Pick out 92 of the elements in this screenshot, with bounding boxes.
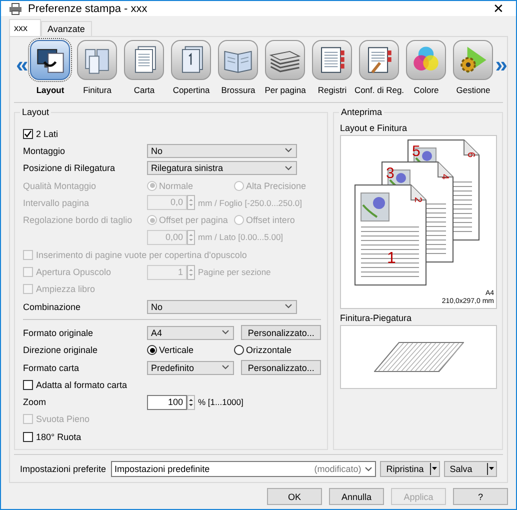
tabbed-document-brush-icon [359, 40, 400, 80]
chevron-down-icon [285, 304, 292, 310]
caret-icon [487, 463, 494, 476]
field-label: Posizione di Rilegatura [23, 163, 116, 174]
page-number: 1 [387, 250, 396, 267]
window-title: Preferenze stampa - xxx [28, 2, 148, 14]
toolbar-item[interactable]: Per pagina [263, 40, 308, 95]
page-number: 5 [412, 143, 420, 160]
page-number: 4 [439, 174, 450, 180]
custom-button[interactable]: Personalizzato... [241, 360, 321, 375]
radio-label: Offset intero [246, 215, 295, 226]
folded-sheets-icon [77, 40, 118, 80]
chevron-down-icon [222, 365, 230, 370]
dropdown[interactable]: Rilegatura sinistra [147, 161, 297, 176]
page-number: 3 [386, 165, 394, 182]
modified-note: (modificato) [314, 464, 362, 474]
tab[interactable]: Avanzate [40, 21, 92, 36]
group-title: Anteprima [339, 107, 384, 117]
toolbar-item[interactable]: Layout [28, 40, 72, 95]
field-label: Formato carta [23, 362, 80, 372]
dialog-button[interactable]: OK [267, 488, 322, 506]
radio-label: Alta Precisione [246, 180, 306, 191]
open-book-icon [218, 40, 258, 80]
field-label: Direzione originale [23, 345, 99, 356]
field-label: Intervallo pagina [23, 198, 90, 208]
checkbox-label: 2 Lati [36, 128, 58, 139]
radio-button[interactable] [147, 345, 157, 356]
field-label: Qualità Montaggio [23, 180, 98, 191]
range-label: Pagine per sezione [198, 267, 271, 278]
checkbox-label: Inserimento di pagine vuote per copertina d'opuscolo [36, 250, 247, 260]
checkbox-label: 180° Ruota [36, 432, 82, 442]
field-label: Zoom [23, 397, 48, 408]
checkbox-label: Svuota Pieno [36, 414, 90, 424]
radio-label: Offset per pagina [159, 215, 228, 226]
toolbar-item[interactable]: Carta [122, 40, 166, 95]
field-label: Regolazione bordo di taglio [23, 215, 134, 226]
toolbar-item[interactable]: Conf. di Reg. [357, 40, 402, 95]
scroll-right-button[interactable]: » [495, 52, 508, 78]
range-label: mm / Foglio [-250.0...250.0] [198, 198, 302, 208]
range-label: % [1...1000] [198, 397, 244, 408]
tab[interactable]: xxx [9, 19, 40, 36]
checkbox[interactable] [23, 380, 33, 390]
radio-label: Orizzontale [246, 345, 292, 356]
scroll-left-button[interactable]: « [16, 52, 28, 78]
chevron-down-icon [365, 466, 372, 472]
toolbar-item[interactable]: Copertina [169, 40, 214, 95]
spin-button[interactable] [187, 394, 195, 410]
radio-button[interactable] [234, 345, 244, 356]
dropdown[interactable]: No [147, 144, 297, 158]
caret-icon [430, 463, 437, 476]
chevron-down-icon [222, 330, 230, 336]
range-label: mm / Lato [0.00...5.00] [198, 232, 284, 242]
monitor-documents-icon [30, 40, 70, 80]
split-button[interactable]: Salva [444, 461, 497, 478]
section-label: Layout e Finitura [340, 123, 408, 133]
dropdown[interactable]: A4 [147, 326, 234, 340]
dialog-button[interactable]: ? [453, 488, 508, 506]
dropdown[interactable]: Predefinito [147, 360, 234, 374]
radio-label: Normale [159, 180, 194, 191]
split-button[interactable]: Ripristina [380, 461, 440, 478]
field-label: Formato originale [23, 328, 94, 338]
chevron-down-icon [285, 148, 292, 154]
numbered-page-icon [171, 40, 212, 80]
color-circles-icon [406, 40, 446, 80]
favorites-dropdown[interactable]: Impostazioni predefinite (modificato) [110, 461, 376, 478]
field-label: Combinazione [23, 302, 82, 312]
number-field[interactable]: 100 [147, 394, 187, 410]
checkbox[interactable] [23, 128, 33, 139]
toolbar-item[interactable]: Registri [310, 40, 354, 95]
checkbox-label: Apertura Opuscolo [36, 267, 112, 278]
toolbar-item[interactable]: Finitura [75, 40, 120, 95]
chevron-down-icon [285, 166, 292, 171]
checkbox[interactable] [23, 432, 33, 442]
toolbar-item[interactable]: Gestione [451, 40, 496, 95]
checkbox-label: Ampiezza libro [36, 284, 96, 294]
toolbar-item[interactable]: Brossura [216, 40, 260, 95]
dropdown[interactable]: No [147, 300, 297, 314]
group-title: Layout [20, 107, 52, 117]
dialog-button[interactable]: Annulla [329, 488, 384, 506]
toolbar-item[interactable]: Colore [404, 40, 448, 95]
tabbed-document-icon [312, 40, 352, 80]
section-label: Finitura-Piegatura [340, 313, 413, 323]
field-label: Impostazioni preferite [20, 464, 107, 474]
radio-label: Verticale [159, 345, 194, 356]
page-number: 2 [412, 197, 423, 203]
paper-stack-icon [265, 40, 306, 80]
document-stack-icon [124, 40, 164, 80]
close-button[interactable]: ✕ [489, 1, 508, 16]
field-label: Montaggio [23, 146, 66, 156]
custom-button[interactable]: Personalizzato... [241, 325, 321, 340]
page-number: 6 [465, 152, 476, 158]
checkbox-label: Adatta al formato carta [36, 380, 128, 390]
